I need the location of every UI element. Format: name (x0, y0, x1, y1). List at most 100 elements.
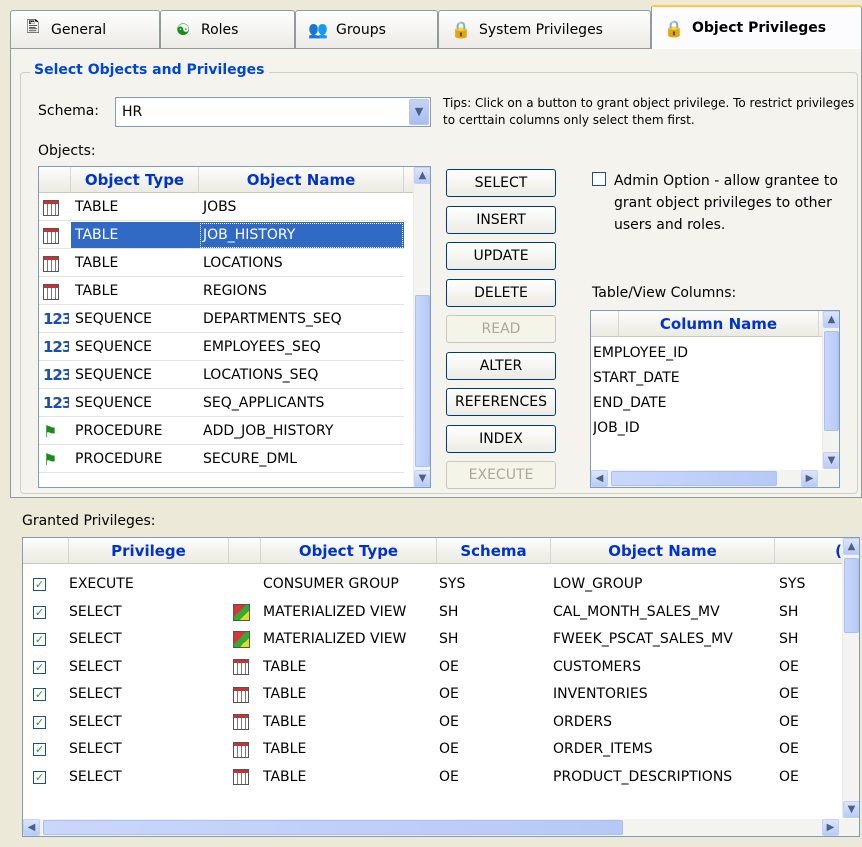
granted-checkbox[interactable]: ✓ (33, 770, 46, 784)
granted-checkbox[interactable]: ✓ (33, 660, 46, 674)
granted-checkbox[interactable]: ✓ (33, 715, 46, 729)
scroll-thumb[interactable] (43, 820, 623, 835)
objects-grid[interactable]: Object Type Object Name TABLE JOBS TABLE JO… (38, 166, 431, 488)
chevron-down-icon[interactable]: ▼ (409, 99, 429, 125)
row-indicator-header (23, 538, 69, 564)
scroll-left-icon[interactable]: ◀ (23, 819, 40, 836)
index-button[interactable]: INDEX (446, 424, 556, 453)
row-divider (39, 360, 404, 361)
table-row[interactable]: ✓ SELECT TABLE OE ORDERS OE (23, 709, 843, 736)
procedure-icon: ⚑ (43, 450, 58, 469)
table-row[interactable]: ✓ SELECT MATERIALIZED VIEW SH CAL_MONTH_SALE… (23, 599, 843, 626)
table-row[interactable]: 123 SEQUENCE SEQ_APPLICANTS (39, 390, 404, 417)
granted-checkbox[interactable]: ✓ (33, 743, 46, 756)
scroll-right-icon[interactable]: ▶ (822, 819, 839, 836)
column-header-grantor[interactable]: ( (775, 538, 845, 564)
table-row[interactable]: ✓ EXECUTE CONSUMER GROUP SYS LOW_GROUP SYS (23, 571, 843, 598)
update-button[interactable]: UPDATE (446, 242, 556, 270)
sequence-icon: 123 (43, 310, 69, 328)
scroll-left-icon[interactable]: ◀ (591, 470, 608, 487)
object-name-cell: ORDER_ITEMS (553, 741, 653, 757)
table-row[interactable]: TABLE JOB_HISTORY (39, 222, 404, 249)
granted-checkbox[interactable]: ✓ (33, 633, 46, 646)
admin-option-checkbox[interactable] (592, 172, 606, 186)
scroll-down-icon[interactable]: ▼ (843, 801, 859, 818)
schema-cell: OE (439, 741, 459, 757)
column-header-object-type[interactable]: Object Type (71, 167, 199, 193)
column-header-object-type[interactable]: Object Type (261, 538, 437, 564)
table-row[interactable]: TABLE LOCATIONS (39, 250, 404, 277)
scroll-thumb[interactable] (611, 471, 777, 486)
scroll-up-icon[interactable]: ▲ (843, 538, 859, 555)
tab-general[interactable]: 🖺 General (10, 10, 160, 48)
scroll-thumb[interactable] (415, 295, 430, 467)
scroll-up-icon[interactable]: ▲ (823, 311, 839, 328)
table-row[interactable]: ✓ SELECT MATERIALIZED VIEW SH FWEEK_PSCAT_SA… (23, 626, 843, 653)
column-header-privilege[interactable]: Privilege (69, 538, 229, 564)
tab-object-privileges[interactable]: 🔒 Object Privileges (651, 5, 862, 49)
table-row[interactable]: ✓ SELECT TABLE OE INVENTORIES OE (23, 681, 843, 708)
read-button[interactable]: READ (446, 315, 556, 343)
column-header-object-name[interactable]: Object Name (199, 167, 404, 193)
column-header-object-name[interactable]: Object Name (551, 538, 775, 564)
admin-option-label[interactable]: Admin Option - allow grantee to grant ob… (614, 170, 854, 236)
row-divider (39, 388, 404, 389)
column-name-cell: EMPLOYEE_ID (593, 345, 689, 361)
granted-vertical-scrollbar[interactable]: ▲ ▼ (842, 538, 859, 818)
table-row[interactable]: 123 SEQUENCE LOCATIONS_SEQ (39, 362, 404, 389)
table-row[interactable]: 123 SEQUENCE EMPLOYEES_SEQ (39, 334, 404, 361)
object-type-cell: MATERIALIZED VIEW (263, 603, 407, 620)
granted-checkbox[interactable]: ✓ (33, 578, 46, 591)
select-button[interactable]: SELECT (446, 169, 556, 197)
list-item[interactable]: END_DATE (591, 391, 819, 416)
table-row[interactable]: ⚑ PROCEDURE ADD_JOB_HISTORY (39, 418, 404, 445)
list-item[interactable]: EMPLOYEE_ID (591, 341, 819, 366)
granted-privileges-grid[interactable]: Privilege Object Type Schema Object Name… (22, 537, 860, 837)
tab-system-privileges[interactable]: 🔒 System Privileges (438, 10, 651, 48)
object-name-cell: CAL_MONTH_SALES_MV (553, 603, 720, 620)
tab-roles[interactable]: ☯ Roles (160, 10, 295, 48)
scroll-right-icon[interactable]: ▶ (801, 470, 818, 487)
columns-grid[interactable]: Column Name EMPLOYEE_ID START_DATE END_DAT… (590, 310, 840, 488)
object-type-cell: TABLE (263, 741, 307, 757)
columns-horizontal-scrollbar[interactable]: ◀ ▶ (591, 470, 839, 487)
sequence-icon: 123 (43, 366, 69, 384)
table-row[interactable]: 123 SEQUENCE DEPARTMENTS_SEQ (39, 306, 404, 333)
objects-vertical-scrollbar[interactable]: ▲ ▼ (413, 167, 430, 487)
column-header-schema[interactable]: Schema (437, 538, 551, 564)
groups-icon: 👥 (308, 20, 328, 39)
insert-button[interactable]: INSERT (446, 205, 556, 234)
scroll-down-icon[interactable]: ▼ (823, 452, 839, 469)
scroll-up-icon[interactable]: ▲ (414, 167, 430, 184)
schema-combobox[interactable]: HR ▼ (115, 97, 431, 127)
granted-checkbox[interactable]: ✓ (33, 688, 46, 701)
column-header-column-name[interactable]: Column Name (619, 311, 819, 337)
table-row[interactable]: ⚑ PROCEDURE SECURE_DML (39, 446, 404, 473)
table-row[interactable]: ✓ SELECT TABLE OE CUSTOMERS OE (23, 654, 843, 681)
scroll-thumb[interactable] (844, 558, 859, 633)
object-privileges-icon: 🔒 (664, 18, 684, 38)
references-button[interactable]: REFERENCES (446, 388, 556, 416)
table-row[interactable]: ✓ SELECT TABLE OE PRODUCT_DESCRIPTIONS OE (23, 764, 843, 791)
columns-vertical-scrollbar[interactable]: ▲ ▼ (822, 311, 839, 469)
grantor-cell: OE (779, 741, 799, 757)
object-name-cell: EMPLOYEES_SEQ (203, 339, 321, 355)
granted-checkbox[interactable]: ✓ (33, 605, 46, 619)
grantor-cell: OE (779, 658, 799, 675)
table-row[interactable]: TABLE REGIONS (39, 278, 404, 305)
tab-groups[interactable]: 👥 Groups (295, 10, 438, 48)
object-type-cell: TABLE (75, 283, 119, 299)
table-row[interactable]: ✓ SELECT TABLE OE ORDER_ITEMS OE (23, 736, 843, 763)
granted-horizontal-scrollbar[interactable]: ◀ ▶ (23, 819, 859, 836)
delete-button[interactable]: DELETE (446, 278, 556, 307)
execute-button[interactable]: EXECUTE (446, 461, 556, 489)
table-row[interactable]: TABLE JOBS (39, 194, 404, 221)
scroll-thumb[interactable] (824, 331, 839, 431)
tab-label: System Privileges (479, 21, 603, 38)
list-item[interactable]: JOB_ID (591, 416, 819, 441)
scroll-down-icon[interactable]: ▼ (414, 470, 430, 487)
alter-button[interactable]: ALTER (446, 351, 556, 380)
list-item[interactable]: START_DATE (591, 366, 819, 391)
column-header-icon (229, 538, 261, 564)
materialized-view-icon (233, 626, 259, 653)
